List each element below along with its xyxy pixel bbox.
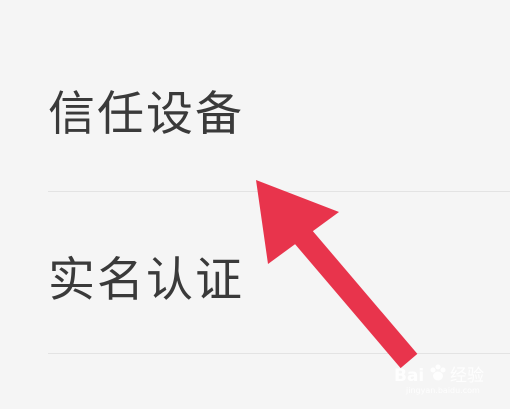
settings-screen: 信任设备 实名认证 Bai 经验 jingyan.baidu.com (0, 0, 510, 409)
real-name-verification-label: 实名认证 (48, 253, 244, 308)
baidu-jingyan-watermark: Bai 经验 jingyan.baidu.com (392, 360, 502, 396)
svg-text:Bai: Bai (394, 366, 424, 386)
list-item-trusted-devices[interactable]: 信任设备 (0, 34, 510, 194)
trusted-devices-label: 信任设备 (48, 87, 244, 142)
svg-text:经验: 经验 (450, 366, 484, 386)
divider (48, 353, 510, 354)
svg-text:jingyan.baidu.com: jingyan.baidu.com (405, 386, 480, 395)
list-item-real-name-verification[interactable]: 实名认证 (0, 196, 510, 356)
divider (48, 191, 510, 192)
baidu-paw-logo: Bai 经验 jingyan.baidu.com (394, 364, 484, 395)
